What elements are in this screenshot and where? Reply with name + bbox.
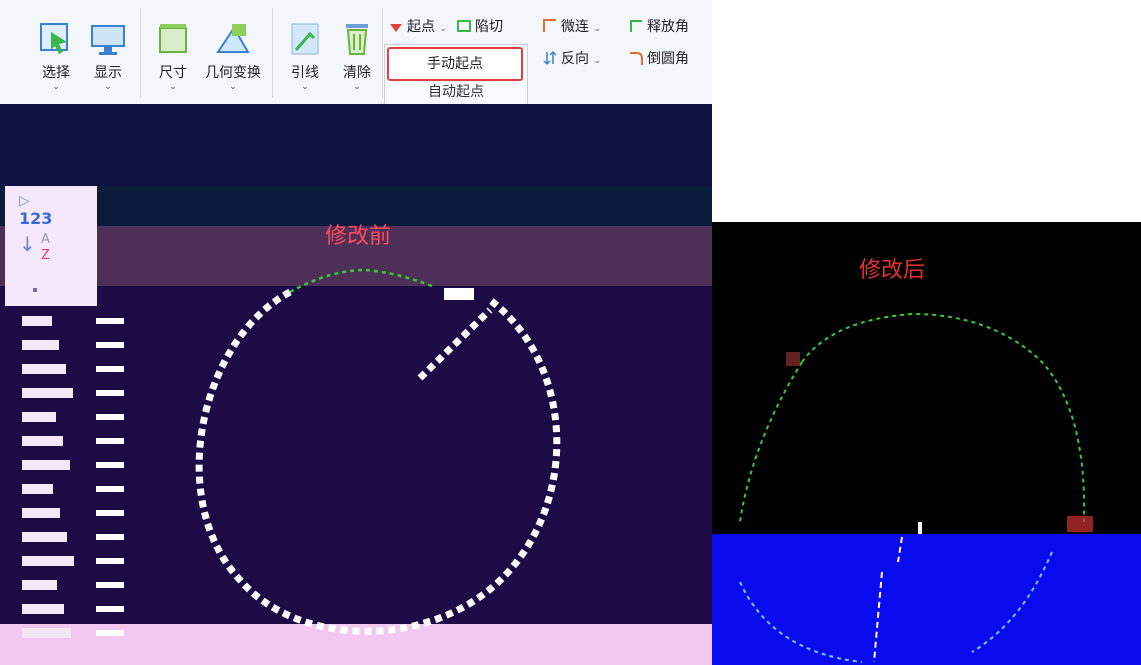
end-point-marker xyxy=(1067,516,1093,532)
lead-in-line xyxy=(417,307,493,381)
cyan-path-after xyxy=(739,551,1053,663)
after-drawing xyxy=(739,312,1093,663)
part-circle-outline xyxy=(195,288,561,635)
after-screenshot-panel: 修改后 xyxy=(712,222,1141,665)
green-path-after-left xyxy=(739,361,803,523)
corner-marker xyxy=(786,352,800,366)
before-drawing xyxy=(195,268,561,635)
green-path-after xyxy=(801,312,1086,523)
start-point-marker xyxy=(918,522,922,534)
start-point-marker xyxy=(444,288,474,300)
green-path-before xyxy=(289,268,433,294)
white-lead-line xyxy=(873,571,883,663)
white-lead-line xyxy=(897,536,903,563)
before-screenshot-panel: 选择 ⌄ 显示 ⌄ 尺寸 ⌄ 几何变换 ⌄ 引线 ⌄ 清除 ⌄ 起点 ⌄ 陷切 … xyxy=(0,0,712,665)
